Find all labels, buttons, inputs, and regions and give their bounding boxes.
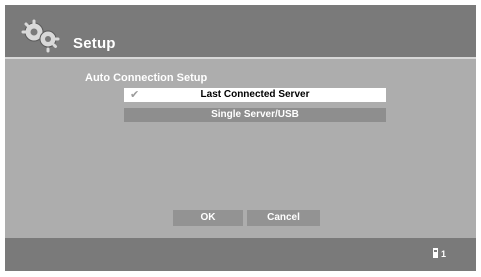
section-label: Auto Connection Setup (85, 72, 208, 84)
ok-button[interactable]: OK (173, 210, 243, 226)
option-last-connected-server[interactable]: ✔ Last Connected Server (124, 88, 386, 102)
footer-indicator: 1 (432, 248, 446, 259)
gears-icon (21, 19, 60, 53)
footer-bar: 1 (5, 238, 476, 271)
option-label: Last Connected Server (200, 89, 310, 100)
option-single-server-usb[interactable]: Single Server/USB (124, 108, 386, 122)
header-bar: Setup (5, 5, 476, 57)
header-divider (5, 57, 476, 59)
remote-icon (432, 248, 438, 258)
page-title: Setup (73, 35, 116, 52)
check-icon: ✔ (130, 88, 140, 101)
option-label: Single Server/USB (211, 109, 299, 120)
cancel-button[interactable]: Cancel (247, 210, 320, 226)
indicator-value: 1 (440, 249, 446, 259)
setup-screen: Setup Auto Connection Setup ✔ Last Conne… (5, 5, 476, 271)
